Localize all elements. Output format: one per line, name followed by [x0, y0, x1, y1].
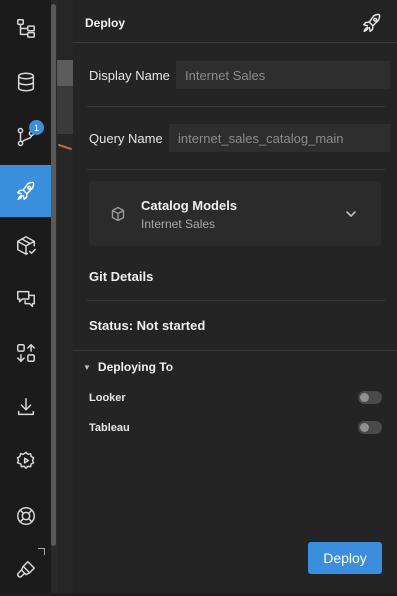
- git-details-heading[interactable]: Git Details: [89, 269, 153, 284]
- database-icon: [17, 72, 34, 92]
- panel-title: Deploy: [85, 16, 126, 30]
- divider: [87, 106, 385, 107]
- toggle-knob: [360, 423, 369, 432]
- sidebar-item-download[interactable]: [0, 381, 51, 433]
- chat-icon: [16, 290, 35, 308]
- divider: [73, 350, 397, 351]
- sidebar-item-settings[interactable]: [0, 435, 51, 487]
- target-label-looker: Looker: [89, 392, 126, 404]
- divider: [87, 300, 385, 301]
- query-name-input[interactable]: [169, 124, 390, 152]
- brush-icon: [16, 561, 35, 578]
- sidebar-item-deploy[interactable]: [0, 165, 51, 217]
- sidebar-item-comments[interactable]: [0, 273, 51, 325]
- package-check-icon: [16, 236, 36, 255]
- deploying-to-label: Deploying To: [97, 360, 174, 374]
- cube-icon: [110, 206, 126, 222]
- divider: [87, 169, 385, 170]
- canvas-node: [57, 60, 73, 86]
- status-text: Status: Not started: [89, 318, 206, 333]
- catalog-subtitle: Internet Sales: [141, 217, 216, 231]
- rocket-icon: [16, 181, 34, 200]
- panel-rocket-button[interactable]: [361, 12, 383, 34]
- hierarchy-icon: [16, 19, 35, 38]
- target-label-tableau: Tableau: [89, 422, 130, 434]
- display-name-input[interactable]: [176, 61, 390, 89]
- lifebuoy-icon: [16, 507, 35, 525]
- triangle-down-icon: ▼: [83, 363, 91, 372]
- deploy-button[interactable]: Deploy: [308, 542, 382, 574]
- toggle-knob: [360, 393, 369, 402]
- chevron-down-icon: [344, 207, 358, 221]
- sidebar: 1: [0, 0, 51, 593]
- query-name-label: Query Name: [89, 131, 163, 146]
- settings-play-icon: [16, 451, 34, 469]
- deploy-panel: Deploy Display Name Query Name Catalog M…: [73, 0, 397, 593]
- sidebar-item-help[interactable]: [0, 490, 51, 542]
- resize-corner: [38, 548, 45, 555]
- canvas-node-body: [57, 86, 73, 134]
- catalog-title: Catalog Models: [141, 198, 238, 213]
- display-name-label: Display Name: [89, 68, 170, 83]
- sidebar-item-compare[interactable]: [0, 327, 51, 379]
- sidebar-scrollbar-thumb[interactable]: [51, 4, 56, 546]
- download-icon: [17, 398, 34, 416]
- sidebar-item-packages[interactable]: [0, 219, 51, 271]
- compare-icon: [16, 344, 35, 362]
- sidebar-item-database[interactable]: [0, 56, 51, 108]
- looker-toggle[interactable]: [358, 391, 382, 404]
- notification-badge: 1: [29, 120, 44, 135]
- tableau-toggle[interactable]: [358, 421, 382, 434]
- sidebar-item-lineage[interactable]: [0, 2, 51, 54]
- deploying-to-section-toggle[interactable]: ▼ Deploying To: [83, 360, 173, 374]
- sidebar-item-git[interactable]: 1: [0, 111, 51, 163]
- header-divider: [73, 42, 397, 43]
- rocket-icon: [363, 13, 381, 32]
- catalog-models-dropdown[interactable]: Catalog Models Internet Sales: [89, 181, 381, 246]
